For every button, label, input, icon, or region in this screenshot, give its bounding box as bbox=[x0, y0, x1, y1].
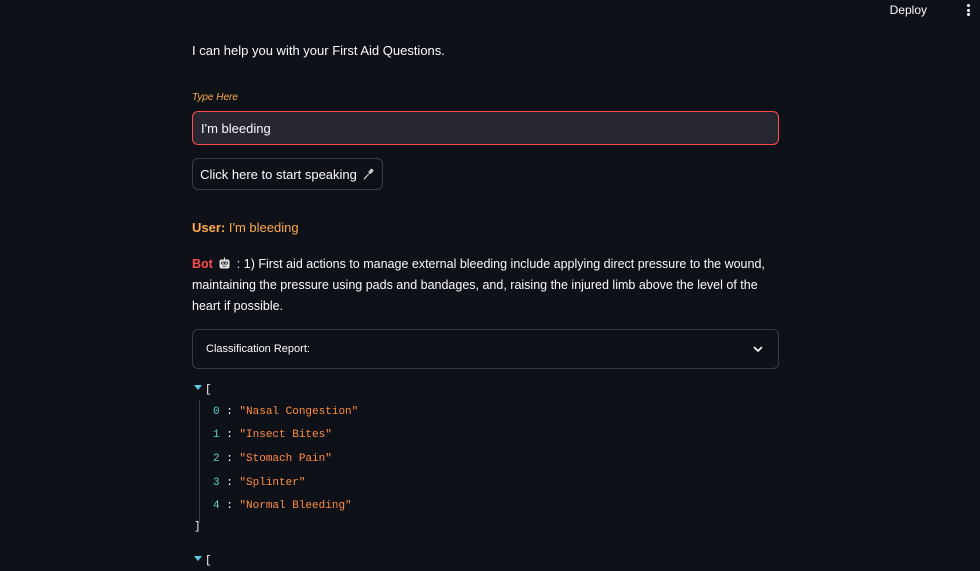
input-label: Type Here bbox=[192, 92, 238, 103]
question-input[interactable] bbox=[192, 111, 779, 145]
item-value: "Splinter" bbox=[239, 477, 306, 489]
item-index: 4 bbox=[213, 500, 220, 512]
item-index: 2 bbox=[213, 453, 220, 465]
item-index: 1 bbox=[213, 429, 220, 441]
intro-text: I can help you with your First Aid Quest… bbox=[192, 43, 445, 58]
speak-button-label: Click here to start speaking bbox=[200, 166, 357, 182]
item-index: 0 bbox=[213, 406, 220, 418]
item-value: "Stomach Pain" bbox=[239, 453, 332, 465]
json-open-bracket: [ bbox=[205, 384, 212, 396]
bot-message: Bot : 1) First aid actions to manage ext… bbox=[192, 254, 779, 317]
user-label: User: bbox=[192, 220, 226, 235]
item-value: "Normal Bleeding" bbox=[239, 500, 352, 512]
list-item: 1 : "Insect Bites" bbox=[213, 429, 332, 441]
robot-icon bbox=[219, 257, 230, 269]
list-item: 4 : "Normal Bleeding" bbox=[213, 500, 352, 512]
start-speaking-button[interactable]: Click here to start speaking bbox=[192, 158, 383, 190]
user-message: User: I'm bleeding bbox=[192, 220, 299, 235]
item-value: "Nasal Congestion" bbox=[239, 406, 359, 418]
expander-label: Classification Report: bbox=[206, 343, 310, 355]
item-value: "Insect Bites" bbox=[239, 429, 332, 441]
chevron-down-icon bbox=[753, 346, 763, 352]
user-text: I'm bleeding bbox=[228, 220, 299, 235]
collapse-triangle-icon[interactable] bbox=[194, 555, 202, 563]
classification-report-expander[interactable]: Classification Report: bbox=[192, 329, 779, 369]
bot-label: Bot bbox=[192, 257, 213, 271]
kebab-menu-icon[interactable] bbox=[965, 2, 971, 18]
list-item: 2 : "Stomach Pain" bbox=[213, 453, 332, 465]
json-items: 0 : "Nasal Congestion" 1 : "Insect Bites… bbox=[199, 400, 358, 522]
item-index: 3 bbox=[213, 477, 220, 489]
collapse-triangle-icon[interactable] bbox=[194, 384, 202, 392]
list-item: 3 : "Splinter" bbox=[213, 477, 306, 489]
microphone-icon bbox=[363, 168, 374, 180]
json-open-bracket: [ bbox=[205, 555, 212, 567]
top-header: Deploy bbox=[0, 0, 980, 22]
deploy-button[interactable]: Deploy bbox=[890, 3, 927, 17]
list-item: 0 : "Nasal Congestion" bbox=[213, 406, 359, 418]
bot-text: : 1) First aid actions to manage externa… bbox=[192, 257, 765, 313]
json-close-bracket: ] bbox=[194, 521, 201, 533]
